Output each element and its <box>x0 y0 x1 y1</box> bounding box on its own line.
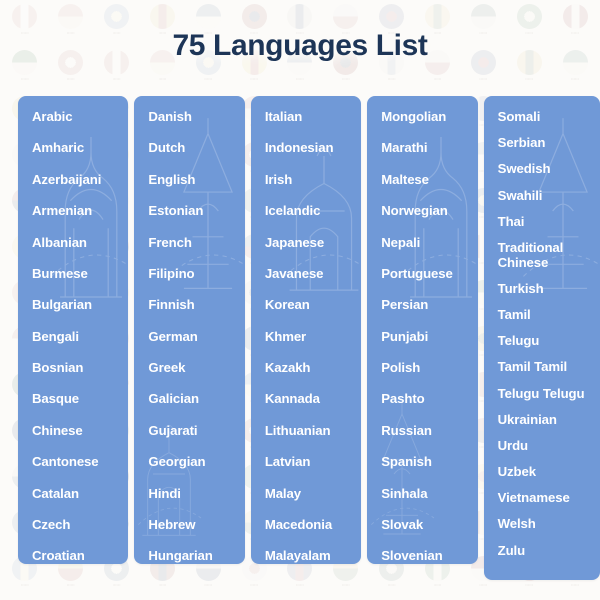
flag-caption: •••••• <box>112 583 121 587</box>
language-item[interactable]: Pashto <box>381 392 477 407</box>
language-item[interactable]: Finnish <box>148 297 244 313</box>
language-item[interactable]: Bosnian <box>32 360 128 376</box>
language-item[interactable]: Urdu <box>498 438 600 454</box>
language-item[interactable]: Tamil Tamil <box>498 360 600 375</box>
language-item[interactable]: Burmese <box>32 266 128 282</box>
flag-caption: •••••• <box>204 583 213 587</box>
page-title: 75 Languages List <box>172 29 428 62</box>
language-item[interactable]: Serbian <box>498 135 600 151</box>
flag-caption: •••••• <box>66 583 75 587</box>
language-item[interactable]: Hungarian <box>148 548 244 564</box>
language-item[interactable]: Russian <box>381 423 477 439</box>
language-item[interactable]: Mongolian <box>381 109 477 125</box>
language-item[interactable]: Thai <box>498 214 600 230</box>
language-item[interactable]: Cantonese <box>32 454 128 470</box>
language-item[interactable]: Georgian <box>148 454 244 470</box>
language-item[interactable]: Greek <box>148 360 244 376</box>
language-item[interactable]: Zulu <box>498 543 600 559</box>
flag-caption: •••••• <box>387 583 396 587</box>
language-item[interactable]: Gujarati <box>148 423 244 439</box>
language-item[interactable]: Korean <box>265 297 361 313</box>
language-item[interactable]: Telugu <box>498 333 600 349</box>
language-item[interactable]: Kannada <box>265 392 361 407</box>
language-item[interactable]: Swahili <box>498 188 600 204</box>
flag-caption: •••••• <box>479 583 488 587</box>
flag-caption: •••••• <box>250 583 259 587</box>
language-item[interactable]: Nepali <box>381 235 477 251</box>
language-item[interactable]: Slovenian <box>381 548 477 564</box>
language-item[interactable]: French <box>148 235 244 251</box>
language-item[interactable]: Catalan <box>32 486 128 502</box>
language-item[interactable]: Dutch <box>148 141 244 156</box>
language-item[interactable]: Galician <box>148 392 244 407</box>
language-item[interactable]: Japanese <box>265 235 361 251</box>
language-item[interactable]: Ukrainian <box>498 412 600 428</box>
language-item[interactable]: Telugu Telugu <box>498 386 600 402</box>
language-column: Arabic Amharic Azerbaijani Armenian Albanian… <box>18 96 129 564</box>
language-item[interactable]: Sinhala <box>381 486 477 502</box>
language-item[interactable]: Icelandic <box>265 203 361 219</box>
flag-caption: •••••• <box>341 583 350 587</box>
language-item[interactable]: Armenian <box>32 203 128 219</box>
language-item[interactable]: Vietnamese <box>498 490 600 506</box>
language-item[interactable]: Azerbaijani <box>32 172 128 188</box>
page-title-container: 75 Languages List <box>0 0 600 92</box>
language-item[interactable]: Filipino <box>148 266 244 282</box>
language-item[interactable]: Czech <box>32 517 128 533</box>
language-item[interactable]: Latvian <box>265 454 361 470</box>
flag-caption: •••••• <box>20 583 29 587</box>
language-item[interactable]: Tamil <box>498 307 600 323</box>
language-item[interactable]: Amharic <box>32 141 128 156</box>
language-item[interactable]: Kazakh <box>265 360 361 376</box>
language-item[interactable]: Polish <box>381 360 477 376</box>
language-item[interactable]: Swedish <box>498 162 600 177</box>
language-item[interactable]: Basque <box>32 392 128 407</box>
language-item[interactable]: German <box>148 329 244 345</box>
language-item[interactable]: Persian <box>381 297 477 313</box>
language-item[interactable]: Indonesian <box>265 141 361 156</box>
language-item[interactable]: Norwegian <box>381 203 477 219</box>
language-item[interactable]: Uzbek <box>498 464 600 480</box>
language-item[interactable]: Lithuanian <box>265 423 361 439</box>
languages-poster: •••••• •••••• •••••• •••••• •••••• •••••• ••••… <box>0 0 600 600</box>
flag-caption: •••••• <box>158 583 167 587</box>
language-item[interactable]: Arabic <box>32 109 128 125</box>
language-item[interactable]: Estonian <box>148 203 244 219</box>
language-item[interactable]: Irish <box>265 172 361 188</box>
language-item[interactable]: Chinese <box>32 423 128 439</box>
language-item[interactable]: Bengali <box>32 329 128 345</box>
language-item[interactable]: Hindi <box>148 486 244 502</box>
flag-caption: •••••• <box>525 583 534 587</box>
language-item[interactable]: Javanese <box>265 266 361 282</box>
language-item[interactable]: Malay <box>265 486 361 502</box>
language-item[interactable]: Maltese <box>381 172 477 188</box>
language-item[interactable]: Spanish <box>381 454 477 470</box>
language-item[interactable]: Welsh <box>498 517 600 532</box>
language-item[interactable]: Italian <box>265 109 361 125</box>
language-column: Somali Serbian Swedish Swahili Thai Tradition… <box>483 96 600 580</box>
language-item[interactable]: Turkish <box>498 281 600 297</box>
language-item[interactable]: Slovak <box>381 517 477 533</box>
language-columns: Arabic Amharic Azerbaijani Armenian Albanian… <box>18 96 600 580</box>
flag-caption: •••••• <box>433 583 442 587</box>
language-item[interactable]: Albanian <box>32 235 128 251</box>
language-item[interactable]: Malayalam <box>265 548 361 564</box>
language-column: Mongolian Marathi Maltese Norwegian Nepali Po… <box>367 96 478 564</box>
language-item[interactable]: Khmer <box>265 329 361 345</box>
language-item[interactable]: Hebrew <box>148 517 244 533</box>
language-item[interactable]: Punjabi <box>381 329 477 345</box>
language-item[interactable]: Traditional Chinese <box>498 240 600 271</box>
flag-caption: •••••• <box>571 583 580 587</box>
language-item[interactable]: English <box>148 172 244 188</box>
language-item[interactable]: Danish <box>148 109 244 125</box>
language-item[interactable]: Bulgarian <box>32 297 128 313</box>
language-column: Danish Dutch English Estonian French Filipino… <box>134 96 245 564</box>
language-item[interactable]: Croatian <box>32 548 128 564</box>
language-item[interactable]: Macedonia <box>265 517 361 533</box>
language-column: Italian Indonesian Irish Icelandic Japanese J… <box>250 96 362 564</box>
language-item[interactable]: Somali <box>498 109 600 125</box>
flag-caption: •••••• <box>296 583 304 587</box>
language-item[interactable]: Marathi <box>381 141 477 156</box>
language-item[interactable]: Portuguese <box>381 266 477 282</box>
